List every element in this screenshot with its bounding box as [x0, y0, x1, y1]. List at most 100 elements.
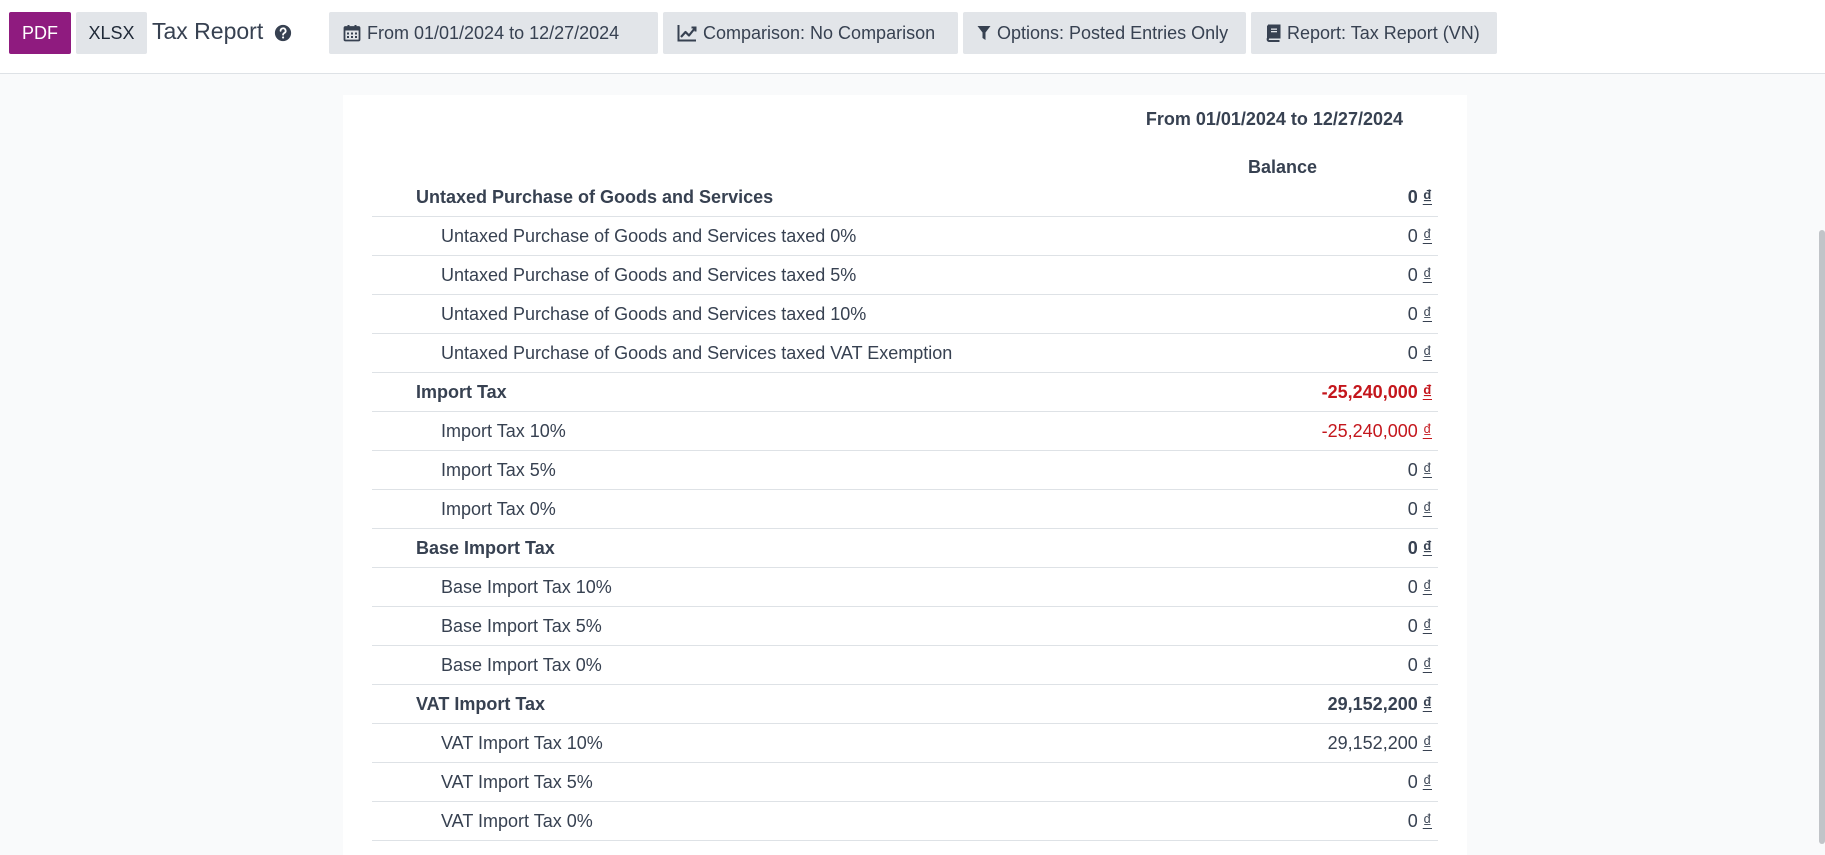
currency-symbol: ₫ — [1422, 732, 1432, 753]
line-amount[interactable]: 0 ₫ — [1408, 772, 1432, 793]
line-amount[interactable]: -25,240,000 ₫ — [1322, 421, 1432, 442]
line-chart-icon — [677, 25, 697, 42]
amount-value: 0 — [1407, 264, 1418, 285]
calendar-icon — [343, 25, 361, 42]
currency-symbol: ₫ — [1422, 654, 1432, 675]
line-label: Base Import Tax 10% — [441, 576, 612, 597]
line-label: Untaxed Purchase of Goods and Services t… — [441, 303, 867, 324]
currency-symbol: ₫ — [1422, 381, 1432, 402]
line-amount[interactable]: 0 ₫ — [1408, 304, 1432, 325]
line-label: VAT Import Tax 10% — [441, 732, 603, 753]
currency-symbol: ₫ — [1422, 342, 1432, 363]
currency-symbol: ₫ — [1422, 420, 1432, 441]
currency-symbol: ₫ — [1422, 186, 1432, 207]
comparison-filter-button[interactable]: Comparison: No Comparison — [663, 12, 958, 54]
line-amount[interactable]: 0 ₫ — [1408, 226, 1432, 247]
date-filter-button[interactable]: From 01/01/2024 to 12/27/2024 — [329, 12, 658, 54]
amount-value: 29,152,200 — [1327, 732, 1418, 753]
line-label: Base Import Tax 5% — [441, 615, 602, 636]
amount-value: 0 — [1407, 303, 1418, 324]
report-line-row[interactable]: Import Tax 0% 0 ₫ — [372, 490, 1438, 529]
line-amount[interactable]: 0 ₫ — [1408, 616, 1432, 637]
report-selector-label: Report: Tax Report (VN) — [1287, 22, 1480, 43]
currency-symbol: ₫ — [1422, 498, 1432, 519]
report-line-row[interactable]: Untaxed Purchase of Goods and Services t… — [372, 256, 1438, 295]
amount-value: 0 — [1407, 576, 1418, 597]
line-amount[interactable]: 0 ₫ — [1408, 577, 1432, 598]
line-amount[interactable]: 0 ₫ — [1408, 811, 1432, 832]
line-amount[interactable]: 29,152,200 ₫ — [1328, 694, 1432, 715]
report-line-row[interactable]: Base Import Tax 10% 0 ₫ — [372, 568, 1438, 607]
xlsx-button[interactable]: XLSX — [76, 12, 147, 54]
currency-symbol: ₫ — [1422, 537, 1432, 558]
report-line-row[interactable]: Base Import Tax 0% 0 ₫ — [372, 646, 1438, 685]
line-amount[interactable]: 0 ₫ — [1408, 538, 1432, 559]
report-sheet: From 01/01/2024 to 12/27/2024 Balance Un… — [343, 95, 1467, 855]
report-section-row[interactable]: Untaxed Purchase of Goods and Services 0 … — [372, 178, 1438, 217]
line-amount[interactable]: 0 ₫ — [1408, 265, 1432, 286]
line-label: Untaxed Purchase of Goods and Services t… — [441, 264, 857, 285]
line-amount[interactable]: 29,152,200 ₫ — [1328, 733, 1432, 754]
comparison-filter-label: Comparison: No Comparison — [703, 22, 936, 43]
page-title: Tax Report — [152, 18, 264, 44]
amount-value: 0 — [1407, 498, 1418, 519]
options-filter-label: Options: Posted Entries Only — [997, 22, 1229, 43]
line-amount[interactable]: -25,240,000 ₫ — [1322, 382, 1432, 403]
amount-value: 0 — [1407, 459, 1418, 480]
line-amount[interactable]: 0 ₫ — [1408, 343, 1432, 364]
report-line-row[interactable]: VAT Import Tax 10% 29,152,200 ₫ — [372, 724, 1438, 763]
options-filter-button[interactable]: Options: Posted Entries Only — [963, 12, 1246, 54]
question-circle-icon[interactable] — [274, 24, 292, 42]
amount-value: 0 — [1407, 654, 1418, 675]
amount-value: 0 — [1407, 810, 1418, 831]
filter-icon — [977, 26, 991, 40]
amount-value: -25,240,000 — [1321, 381, 1418, 402]
line-label: VAT Import Tax — [416, 693, 546, 714]
scrollbar[interactable] — [1819, 230, 1825, 844]
report-section-row[interactable]: Import Tax -25,240,000 ₫ — [372, 373, 1438, 412]
amount-value: 0 — [1407, 771, 1418, 792]
amount-value: 0 — [1407, 186, 1418, 207]
currency-symbol: ₫ — [1422, 771, 1432, 792]
line-amount[interactable]: 0 ₫ — [1408, 187, 1432, 208]
currency-symbol: ₫ — [1422, 576, 1432, 597]
amount-value: 0 — [1407, 537, 1418, 558]
report-lines: Untaxed Purchase of Goods and Services 0 … — [372, 178, 1438, 841]
report-section-row[interactable]: Base Import Tax 0 ₫ — [372, 529, 1438, 568]
line-label: Import Tax 5% — [441, 459, 556, 480]
currency-symbol: ₫ — [1422, 693, 1432, 714]
currency-symbol: ₫ — [1422, 810, 1432, 831]
report-line-row[interactable]: Base Import Tax 5% 0 ₫ — [372, 607, 1438, 646]
control-panel: PDF XLSX Tax Report From 01/01/2024 to 1… — [0, 0, 1825, 74]
report-line-row[interactable]: Import Tax 10% -25,240,000 ₫ — [372, 412, 1438, 451]
line-label: Untaxed Purchase of Goods and Services t… — [441, 342, 953, 363]
date-filter-label: From 01/01/2024 to 12/27/2024 — [367, 22, 620, 43]
line-label: Import Tax 0% — [441, 498, 556, 519]
pdf-button[interactable]: PDF — [9, 12, 71, 54]
line-amount[interactable]: 0 ₫ — [1408, 655, 1432, 676]
line-amount[interactable]: 0 ₫ — [1408, 499, 1432, 520]
report-line-row[interactable]: VAT Import Tax 0% 0 ₫ — [372, 802, 1438, 841]
line-label: Base Import Tax — [416, 537, 555, 558]
line-label: Import Tax 10% — [441, 420, 566, 441]
report-line-row[interactable]: Untaxed Purchase of Goods and Services t… — [372, 334, 1438, 373]
report-line-row[interactable]: Untaxed Purchase of Goods and Services t… — [372, 217, 1438, 256]
line-label: Untaxed Purchase of Goods and Services t… — [441, 225, 857, 246]
currency-symbol: ₫ — [1422, 303, 1432, 324]
amount-value: 29,152,200 — [1327, 693, 1418, 714]
line-label: VAT Import Tax 0% — [441, 810, 593, 831]
report-section-row[interactable]: VAT Import Tax 29,152,200 ₫ — [372, 685, 1438, 724]
line-label: Base Import Tax 0% — [441, 654, 602, 675]
line-label: Untaxed Purchase of Goods and Services — [416, 186, 774, 207]
report-line-row[interactable]: VAT Import Tax 5% 0 ₫ — [372, 763, 1438, 802]
line-amount[interactable]: 0 ₫ — [1408, 460, 1432, 481]
report-line-row[interactable]: Untaxed Purchase of Goods and Services t… — [372, 295, 1438, 334]
amount-value: 0 — [1407, 615, 1418, 636]
currency-symbol: ₫ — [1422, 615, 1432, 636]
amount-value: 0 — [1407, 342, 1418, 363]
report-line-row[interactable]: Import Tax 5% 0 ₫ — [372, 451, 1438, 490]
currency-symbol: ₫ — [1422, 459, 1432, 480]
report-selector-button[interactable]: Report: Tax Report (VN) — [1251, 12, 1497, 54]
period-header: From 01/01/2024 to 12/27/2024 — [1145, 109, 1403, 129]
line-label: Import Tax — [416, 381, 507, 402]
